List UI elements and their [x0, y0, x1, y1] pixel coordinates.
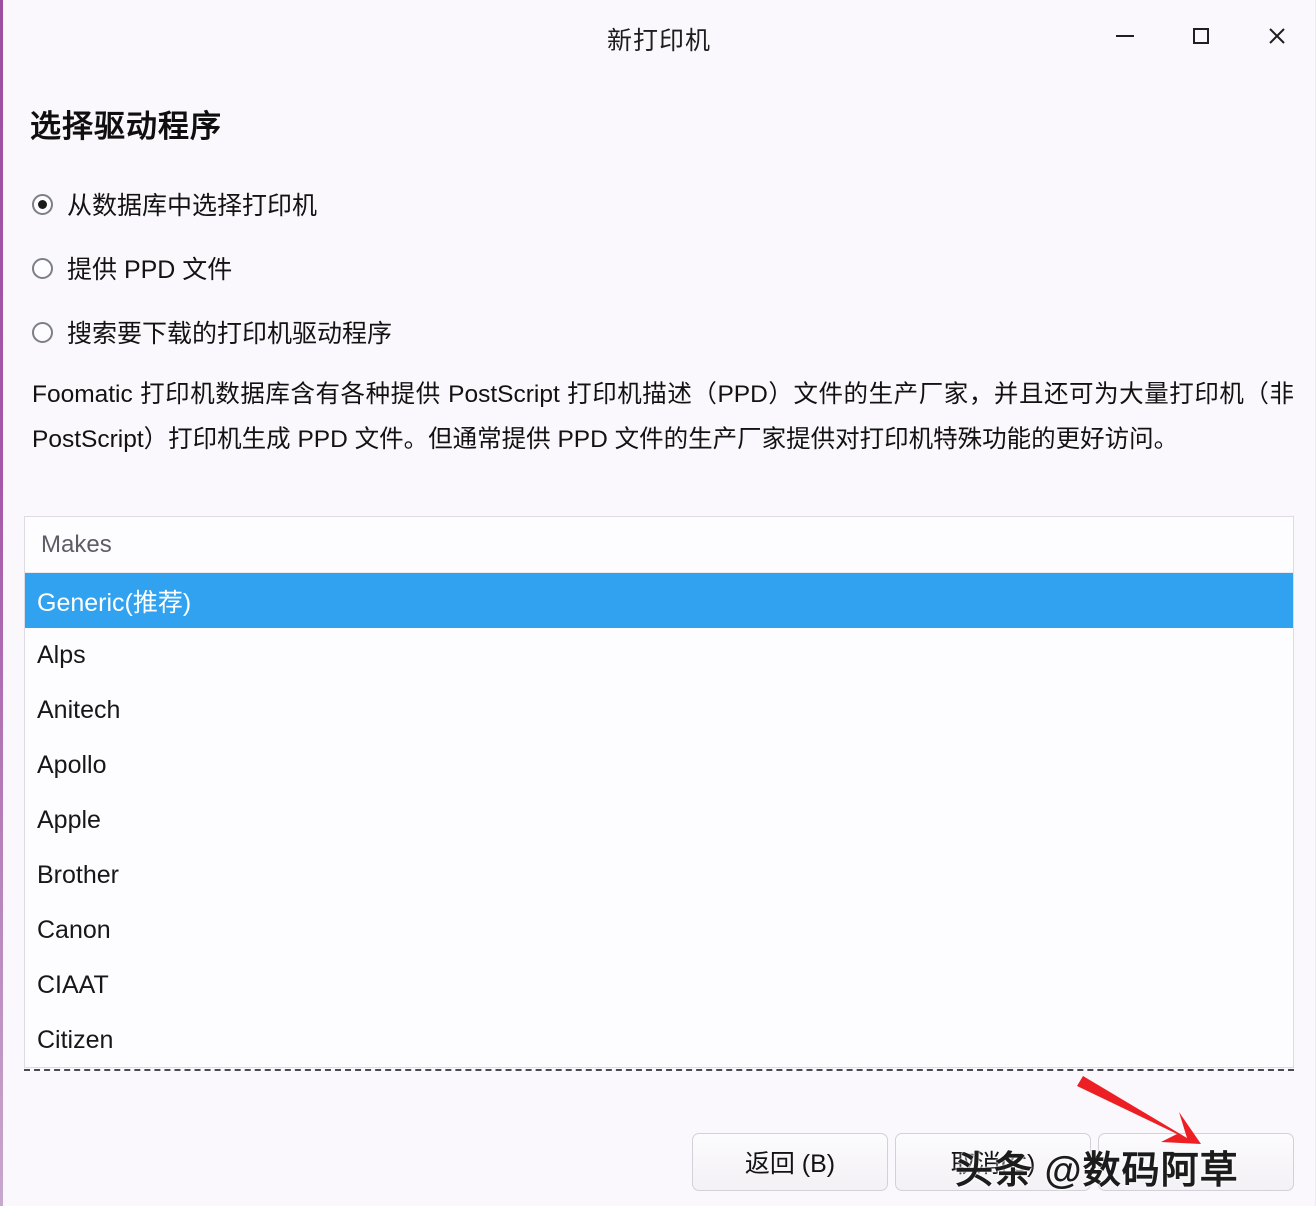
radio-icon	[32, 193, 53, 215]
list-item[interactable]: CIAAT	[25, 958, 1293, 1013]
list-item[interactable]: Canon	[25, 903, 1293, 958]
radio-option-database[interactable]: 从数据库中选择打印机	[32, 183, 832, 225]
radio-icon	[32, 321, 53, 343]
list-item[interactable]: Apple	[25, 793, 1293, 848]
radio-label: 搜索要下载的打印机驱动程序	[67, 320, 393, 348]
dialog-button-bar: 返回 (B) 取消(C)	[0, 1133, 1316, 1191]
radio-label: 提供 PPD 文件	[67, 256, 233, 284]
makes-list-header: Makes	[25, 517, 1293, 573]
makes-list-panel[interactable]: Makes Generic(推荐) Alps Anitech Apollo Ap…	[24, 516, 1294, 1068]
window-left-accent-edge	[0, 0, 3, 1206]
radio-option-search-download[interactable]: 搜索要下载的打印机驱动程序	[32, 311, 832, 353]
back-button[interactable]: 返回 (B)	[692, 1133, 888, 1191]
cancel-button[interactable]: 取消(C)	[895, 1133, 1091, 1191]
minimize-icon[interactable]	[1105, 16, 1145, 56]
makes-list-body: Generic(推荐) Alps Anitech Apollo Apple Br…	[25, 573, 1293, 1067]
driver-source-radio-group: 从数据库中选择打印机 提供 PPD 文件 搜索要下载的打印机驱动程序	[32, 183, 832, 375]
page-title: 选择驱动程序	[30, 109, 222, 144]
list-item[interactable]: Brother	[25, 848, 1293, 903]
maximize-icon[interactable]	[1181, 16, 1221, 56]
list-item[interactable]: Alps	[25, 628, 1293, 683]
radio-label: 从数据库中选择打印机	[67, 192, 318, 220]
focus-indicator-line	[24, 1069, 1294, 1071]
window-controls	[1105, 0, 1297, 72]
list-item[interactable]: Generic(推荐)	[25, 573, 1293, 628]
title-bar: 新打印机	[3, 0, 1315, 72]
list-item[interactable]: Citizen	[25, 1013, 1293, 1067]
close-icon[interactable]	[1257, 16, 1297, 56]
forward-button[interactable]	[1098, 1133, 1294, 1191]
column-header-makes: Makes	[41, 530, 112, 558]
radio-option-ppd-file[interactable]: 提供 PPD 文件	[32, 247, 832, 289]
list-item[interactable]: Apollo	[25, 738, 1293, 793]
list-item[interactable]: Anitech	[25, 683, 1293, 738]
description-text: Foomatic 打印机数据库含有各种提供 PostScript 打印机描述（P…	[32, 381, 1294, 453]
radio-icon	[32, 257, 53, 279]
